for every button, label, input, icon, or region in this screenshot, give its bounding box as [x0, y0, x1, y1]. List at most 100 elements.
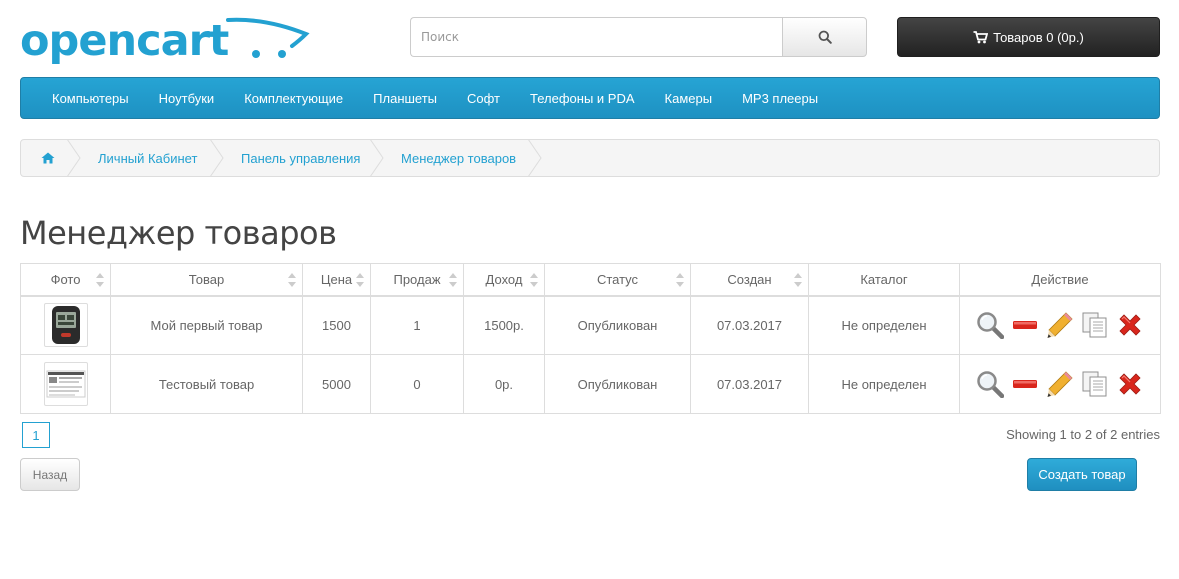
column-header-label: Действие: [1031, 271, 1089, 287]
screenshot-image-icon: [46, 370, 85, 398]
menu-item-laptops[interactable]: Ноутбуки: [144, 91, 230, 106]
breadcrumb-account[interactable]: Личный Кабинет: [98, 140, 197, 176]
sort-arrows-icon: [288, 273, 296, 287]
column-header-status[interactable]: Статус: [544, 263, 691, 297]
column-header-product[interactable]: Товар: [110, 263, 303, 297]
page-title: Менеджер товаров: [20, 214, 337, 252]
breadcrumb-separator-icon: [528, 139, 542, 177]
column-header-label: Фото: [50, 271, 81, 287]
menu-item-tablets[interactable]: Планшеты: [358, 91, 452, 106]
back-button[interactable]: Назад: [20, 458, 80, 491]
cell-product-name: Тестовый товар: [110, 354, 303, 414]
column-header-label: Товар: [188, 271, 225, 287]
copy-button[interactable]: [1081, 370, 1109, 398]
cell-income: 0р.: [463, 354, 545, 414]
minus-icon: [1013, 380, 1037, 388]
product-thumbnail[interactable]: [43, 362, 88, 406]
disable-button[interactable]: [1011, 311, 1039, 339]
breadcrumb-dashboard[interactable]: Панель управления: [241, 140, 360, 176]
minus-icon: [1013, 321, 1037, 330]
column-header-label: Статус: [596, 271, 639, 287]
sort-arrows-icon: [356, 273, 364, 287]
products-table: Фото Товар Цена Продаж Доход Статус Созд…: [20, 263, 1161, 414]
disable-button[interactable]: [1011, 370, 1039, 398]
edit-button[interactable]: [1046, 311, 1074, 339]
logo-text: opencart: [20, 16, 229, 66]
column-header-price[interactable]: Цена: [302, 263, 371, 297]
cell-price: 5000: [302, 354, 371, 414]
cell-status: Опубликован: [544, 354, 691, 414]
cell-created: 07.03.2017: [690, 295, 809, 355]
view-button[interactable]: [976, 370, 1004, 398]
cell-created: 07.03.2017: [690, 354, 809, 414]
sort-arrows-icon: [530, 273, 538, 287]
opencart-logo[interactable]: opencart: [20, 14, 310, 70]
delete-button[interactable]: [1116, 370, 1144, 398]
home-icon: [41, 152, 55, 164]
device-image-icon: [51, 306, 80, 345]
cell-sales: 0: [370, 354, 464, 414]
cell-actions: [959, 354, 1161, 414]
breadcrumb-separator-icon: [370, 139, 384, 177]
column-header-catalog: Каталог: [808, 263, 960, 297]
menu-item-components[interactable]: Комплектующие: [229, 91, 358, 106]
column-header-label: Каталог: [860, 271, 908, 287]
cell-catalog: Не определен: [808, 295, 960, 355]
category-menu: Компьютеры Ноутбуки Комплектующие Планше…: [20, 77, 1160, 119]
breadcrumb-separator-icon: [210, 139, 224, 177]
cart-label: Товаров 0 (0р.): [993, 29, 1084, 45]
breadcrumb-product-manager[interactable]: Менеджер товаров: [401, 140, 516, 176]
copy-icon: [1082, 312, 1107, 338]
column-header-label: Создан: [727, 271, 772, 287]
column-header-created[interactable]: Создан: [690, 263, 809, 297]
cell-product-name: Мой первый товар: [110, 295, 303, 355]
column-header-label: Продаж: [393, 271, 441, 287]
breadcrumb-home[interactable]: [41, 140, 55, 176]
sort-arrows-icon: [449, 273, 457, 287]
copy-button[interactable]: [1081, 311, 1109, 339]
copy-icon: [1082, 371, 1107, 397]
menu-item-software[interactable]: Софт: [452, 91, 515, 106]
column-header-label: Доход: [485, 271, 523, 287]
view-button[interactable]: [976, 311, 1004, 340]
pencil-icon: [1047, 312, 1073, 339]
cart-button[interactable]: Товаров 0 (0р.): [897, 17, 1160, 57]
pagination-page-1[interactable]: 1: [22, 422, 50, 448]
cell-status: Опубликован: [544, 295, 691, 355]
cell-photo: [20, 354, 111, 414]
edit-button[interactable]: [1046, 370, 1074, 398]
menu-item-computers[interactable]: Компьютеры: [37, 91, 144, 106]
search-button[interactable]: [782, 17, 867, 57]
column-header-action: Действие: [959, 263, 1161, 297]
magnifier-icon: [977, 312, 1004, 340]
column-header-income[interactable]: Доход: [463, 263, 545, 297]
breadcrumb-separator-icon: [67, 139, 81, 177]
cell-actions: [959, 295, 1161, 355]
column-header-sales[interactable]: Продаж: [370, 263, 464, 297]
cell-income: 1500р.: [463, 295, 545, 355]
logo-cart-swoosh-icon: [226, 17, 310, 58]
search-icon: [818, 30, 832, 44]
product-thumbnail[interactable]: [43, 303, 88, 348]
sort-arrows-icon: [676, 273, 684, 287]
column-header-photo[interactable]: Фото: [20, 263, 111, 297]
table-row: Мой первый товар 1500 1 1500р. Опубликов…: [20, 295, 1161, 355]
delete-x-icon: [1119, 314, 1141, 336]
delete-x-icon: [1119, 373, 1141, 395]
menu-item-mp3-players[interactable]: MP3 плееры: [727, 91, 833, 106]
sort-arrows-icon: [96, 273, 104, 287]
table-row: Тестовый товар 5000 0 0р. Опубликован 07…: [20, 354, 1161, 414]
menu-item-phones[interactable]: Телефоны и PDA: [515, 91, 650, 106]
cell-catalog: Не определен: [808, 354, 960, 414]
magnifier-icon: [977, 371, 1004, 398]
pagination-summary: Showing 1 to 2 of 2 entries: [1006, 427, 1160, 442]
search-input[interactable]: [410, 17, 783, 57]
sort-arrows-icon: [794, 273, 802, 287]
menu-item-cameras[interactable]: Камеры: [650, 91, 728, 106]
breadcrumb: Личный Кабинет Панель управления Менедже…: [20, 139, 1160, 177]
create-product-button[interactable]: Создать товар: [1027, 458, 1137, 491]
cell-photo: [20, 295, 111, 355]
delete-button[interactable]: [1116, 311, 1144, 339]
search-bar: [410, 17, 867, 57]
cell-sales: 1: [370, 295, 464, 355]
